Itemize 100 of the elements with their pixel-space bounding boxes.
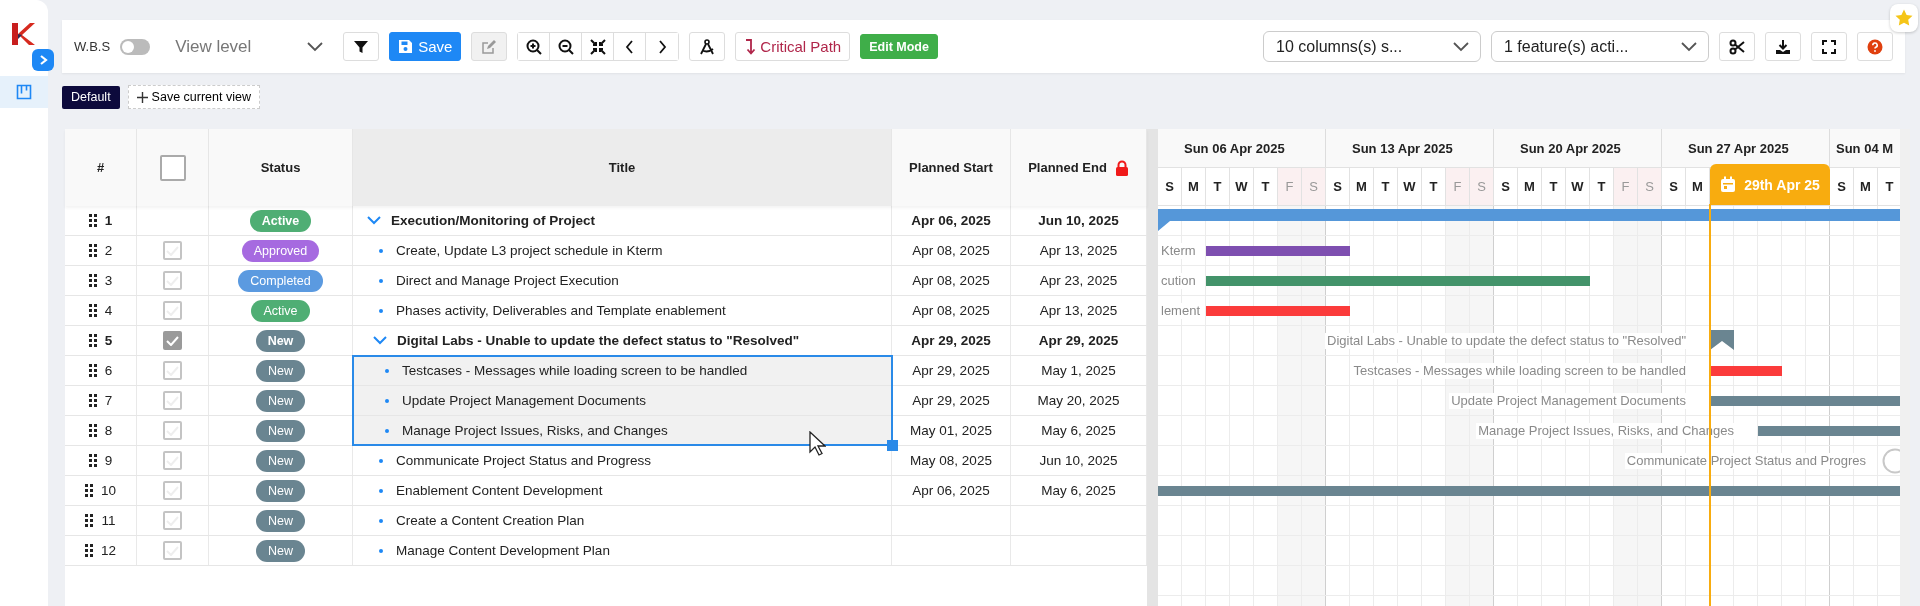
task-title: Direct and Manage Project Execution <box>396 273 619 288</box>
column-header[interactable]: Planned Start <box>892 129 1011 206</box>
day-header: W <box>1566 168 1590 205</box>
day-header: S <box>1302 168 1326 205</box>
view-tab[interactable]: Default <box>62 85 120 109</box>
fill-handle[interactable] <box>887 440 898 451</box>
wbs-toggle[interactable] <box>120 38 151 55</box>
day-header: S <box>1638 168 1662 205</box>
zoom-in-button[interactable] <box>518 33 551 60</box>
bar-label: Testcases - Messages while loading screen to be handled <box>1351 363 1688 379</box>
row-checkbox[interactable] <box>163 361 182 380</box>
column-header[interactable]: # <box>65 129 137 206</box>
row-number: 6 <box>104 363 113 378</box>
row-number: 11 <box>101 513 116 528</box>
drag-handle-icon[interactable] <box>88 274 97 287</box>
drag-handle-icon[interactable] <box>85 544 93 557</box>
task-title: Testcases - Messages while loading screen to be handled <box>402 363 748 378</box>
board-icon <box>16 84 32 100</box>
arrow-down-icon <box>744 37 757 56</box>
bullet-icon <box>385 428 389 433</box>
save-button[interactable]: Save <box>389 32 462 61</box>
date-text: Apr 29, 2025 <box>912 363 990 378</box>
date-text: Apr 08, 2025 <box>912 243 990 258</box>
status-badge: Completed <box>238 269 323 292</box>
wbs-label: W.B.S <box>74 39 111 54</box>
status-badge: Active <box>251 299 310 322</box>
row-checkbox[interactable] <box>163 331 182 350</box>
row-checkbox[interactable] <box>163 511 182 530</box>
bullet-icon <box>379 518 383 523</box>
fullscreen-button[interactable] <box>1811 32 1847 61</box>
date-text: Apr 13, 2025 <box>1039 303 1118 318</box>
row-checkbox[interactable] <box>163 451 182 470</box>
column-header[interactable]: Planned End <box>1028 160 1107 175</box>
scrollbar[interactable] <box>1900 129 1910 606</box>
row-checkbox[interactable] <box>163 421 182 440</box>
columns-dropdown[interactable]: 10 columns(s) s... <box>1263 31 1481 62</box>
bullet-icon <box>379 248 383 253</box>
row-number: 10 <box>101 483 116 498</box>
date-text: May 6, 2025 <box>1041 423 1116 438</box>
row-checkbox[interactable] <box>163 241 182 260</box>
date-text: Apr 29, 2025 <box>912 393 990 408</box>
task-title: Enablement Content Development <box>396 483 603 498</box>
drag-handle-icon[interactable] <box>85 484 93 497</box>
board-nav-item[interactable] <box>0 76 48 108</box>
save-view-button[interactable]: Save current view <box>127 85 260 109</box>
zoom-out-icon <box>557 38 574 55</box>
chevron-down-icon[interactable] <box>367 216 381 225</box>
drag-handle-icon[interactable] <box>88 454 97 467</box>
drag-handle-icon[interactable] <box>88 394 97 407</box>
day-header: S <box>1158 168 1182 205</box>
status-badge: New <box>256 359 305 382</box>
drag-handle-icon[interactable] <box>88 334 97 347</box>
chevron-down-icon[interactable] <box>373 336 387 345</box>
critical-path-button[interactable]: Critical Path <box>735 32 851 61</box>
column-header[interactable]: Title <box>353 129 892 206</box>
day-header: F <box>1278 168 1302 205</box>
row-checkbox[interactable] <box>163 541 182 560</box>
filter-button[interactable] <box>343 32 380 61</box>
bar-label: Kterm <box>1159 243 1198 259</box>
cut-button[interactable] <box>1719 32 1755 61</box>
drag-handle-icon[interactable] <box>88 424 97 437</box>
task-title: Digital Labs - Unable to update the defect status to "Resolved" <box>397 333 800 348</box>
calendar-icon <box>1720 176 1737 193</box>
date-text: Jun 10, 2025 <box>1038 213 1119 228</box>
task-title: Update Project Management Documents <box>402 393 646 408</box>
plus-icon <box>136 91 148 103</box>
download-button[interactable] <box>1765 32 1801 61</box>
row-number: 8 <box>104 423 113 438</box>
date-text: Apr 29, 2025 <box>1038 333 1119 348</box>
drag-handle-icon[interactable] <box>88 304 97 317</box>
day-header: M <box>1182 168 1206 205</box>
status-badge: New <box>256 509 305 532</box>
date-text: Apr 08, 2025 <box>912 303 990 318</box>
task-title: Manage Content Development Plan <box>396 543 610 558</box>
bar-label: Update Project Management Documents <box>1449 393 1688 409</box>
status-badge: New <box>256 539 305 562</box>
header-checkbox[interactable] <box>159 154 186 181</box>
status-badge: Active <box>249 209 312 232</box>
day-header: S <box>1830 168 1854 205</box>
help-button[interactable] <box>1857 32 1893 61</box>
date-text: Apr 29, 2025 <box>911 333 991 348</box>
zoom-in-icon <box>525 38 542 55</box>
filter-icon <box>353 38 370 55</box>
task-title: Manage Project Issues, Risks, and Changes <box>402 423 668 438</box>
bullet-icon <box>379 458 383 463</box>
bullet-icon <box>379 308 383 313</box>
row-checkbox[interactable] <box>163 481 182 500</box>
day-header: M <box>1854 168 1878 205</box>
expand-button[interactable] <box>32 49 54 71</box>
status-badge: New <box>256 419 305 442</box>
drag-handle-icon[interactable] <box>88 214 97 227</box>
status-badge: New <box>256 479 305 502</box>
drag-handle-icon[interactable] <box>88 364 97 377</box>
drag-handle-icon[interactable] <box>85 514 94 527</box>
features-dropdown[interactable]: 1 feature(s) acti... <box>1491 31 1709 62</box>
drag-handle-icon[interactable] <box>88 244 97 257</box>
row-checkbox[interactable] <box>163 301 182 320</box>
row-checkbox[interactable] <box>163 271 182 290</box>
compass-button[interactable] <box>689 32 726 61</box>
row-checkbox[interactable] <box>163 391 182 410</box>
